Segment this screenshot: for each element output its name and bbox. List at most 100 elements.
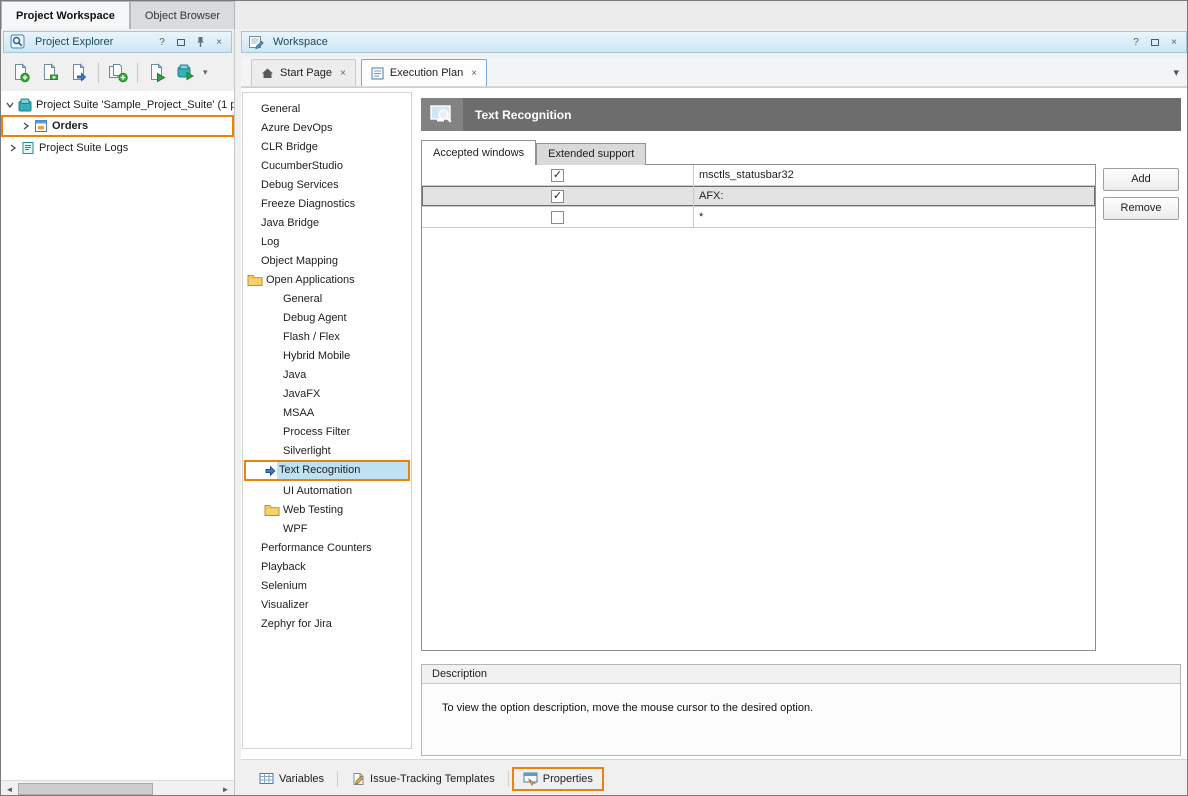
settings-item-object-mapping[interactable]: Object Mapping — [243, 251, 411, 270]
settings-item-silverlight[interactable]: Silverlight — [243, 441, 411, 460]
doc-tab-start-page[interactable]: Start Page × — [251, 59, 356, 86]
settings-item-general[interactable]: General — [243, 289, 411, 308]
settings-item-label: Silverlight — [283, 445, 331, 457]
close-tab-icon[interactable]: × — [471, 68, 477, 79]
tab-properties[interactable]: Properties — [512, 767, 604, 791]
window-mask-row[interactable]: ✓ AFX: — [422, 186, 1095, 207]
tab-extended-support-label: Extended support — [548, 148, 634, 160]
variables-icon — [259, 772, 274, 785]
add-button[interactable]: Add — [1103, 168, 1179, 191]
add-new-project-button[interactable] — [37, 60, 63, 86]
settings-item-label: CLR Bridge — [261, 141, 318, 153]
accepted-windows-table[interactable]: ✓ msctls_statusbar32 ✓ AFX:* — [421, 164, 1096, 651]
project-icon — [34, 119, 48, 133]
settings-item-log[interactable]: Log — [243, 232, 411, 251]
expand-collapse-icon[interactable] — [19, 121, 33, 131]
settings-item-label: General — [283, 293, 322, 305]
tab-extended-support[interactable]: Extended support — [536, 143, 646, 165]
home-icon — [261, 67, 274, 79]
float-window-button[interactable] — [1148, 34, 1162, 50]
horizontal-scrollbar[interactable]: ◄ ► — [1, 780, 234, 796]
scroll-left-arrow-icon[interactable]: ◄ — [1, 781, 18, 796]
settings-item-freeze-diagnostics[interactable]: Freeze Diagnostics — [243, 194, 411, 213]
scrollbar-thumb[interactable] — [18, 783, 153, 795]
settings-item-javafx[interactable]: JavaFX — [243, 384, 411, 403]
mask-text-cell[interactable]: msctls_statusbar32 — [694, 165, 1095, 185]
doc-tab-execution-plan[interactable]: Execution Plan × — [361, 59, 487, 86]
add-existing-icon — [107, 63, 129, 83]
settings-item-flash-flex[interactable]: Flash / Flex — [243, 327, 411, 346]
settings-item-debug-services[interactable]: Debug Services — [243, 175, 411, 194]
settings-item-playback[interactable]: Playback — [243, 557, 411, 576]
text-recognition-icon — [421, 98, 463, 131]
settings-item-general[interactable]: General — [243, 99, 411, 118]
workspace-panel: Workspace ? × Start Page × Execution Pla… — [241, 29, 1188, 796]
execution-plan-icon — [371, 67, 384, 80]
toolbar-dropdown-caret-icon[interactable]: ▾ — [203, 67, 208, 78]
settings-item-msaa[interactable]: MSAA — [243, 403, 411, 422]
tree-item-orders[interactable]: Orders — [1, 115, 234, 137]
tab-issue-tracking-templates[interactable]: Issue-Tracking Templates — [341, 768, 505, 790]
help-button[interactable]: ? — [1129, 34, 1143, 50]
description-text: To view the option description, move the… — [422, 684, 1180, 714]
tab-list-dropdown-icon[interactable]: ▾ — [1173, 66, 1179, 79]
expand-collapse-icon[interactable] — [6, 143, 20, 153]
settings-item-label: Java Bridge — [261, 217, 319, 229]
tab-accepted-windows[interactable]: Accepted windows — [421, 140, 536, 165]
close-panel-button[interactable]: × — [1167, 34, 1181, 50]
project-explorer-panel: Project Explorer ? × ▾ Project Suite 'Sa… — [1, 29, 235, 796]
tree-item-project-suite[interactable]: Project Suite 'Sample_Project_Suite' (1 … — [1, 95, 234, 114]
tab-object-browser[interactable]: Object Browser — [130, 1, 235, 29]
tree-item-project-suite-logs[interactable]: Project Suite Logs — [1, 138, 234, 157]
mask-checkbox[interactable]: ✓ — [551, 169, 564, 182]
project-explorer-header: Project Explorer ? × — [3, 31, 232, 53]
run-project-icon — [147, 63, 167, 83]
mask-checkbox[interactable]: ✓ — [551, 190, 564, 203]
tab-separator — [337, 771, 338, 787]
settings-item-performance-counters[interactable]: Performance Counters — [243, 538, 411, 557]
tab-project-workspace[interactable]: Project Workspace — [1, 1, 130, 29]
scroll-right-arrow-icon[interactable]: ► — [217, 781, 234, 796]
settings-item-selenium[interactable]: Selenium — [243, 576, 411, 595]
mask-text-cell[interactable]: * — [694, 207, 1095, 227]
mask-text-cell[interactable]: AFX: — [694, 186, 1095, 206]
settings-item-text-recognition[interactable]: Text Recognition — [244, 460, 410, 481]
run-project-button[interactable] — [144, 60, 170, 86]
settings-item-debug-agent[interactable]: Debug Agent — [243, 308, 411, 327]
settings-item-ui-automation[interactable]: UI Automation — [243, 481, 411, 500]
add-existing-item-button[interactable] — [105, 60, 131, 86]
expand-collapse-icon[interactable] — [3, 100, 17, 110]
settings-item-java[interactable]: Java — [243, 365, 411, 384]
settings-item-java-bridge[interactable]: Java Bridge — [243, 213, 411, 232]
add-new-project-suite-button[interactable] — [8, 60, 34, 86]
settings-item-label: WPF — [283, 523, 307, 535]
window-mask-row[interactable]: * — [422, 207, 1095, 228]
open-file-icon — [69, 63, 89, 83]
open-file-button[interactable] — [66, 60, 92, 86]
settings-item-label: UI Automation — [283, 485, 352, 497]
help-button[interactable]: ? — [155, 34, 169, 50]
float-window-button[interactable] — [174, 34, 188, 50]
settings-item-web-testing[interactable]: Web Testing — [243, 500, 411, 519]
settings-item-open-applications[interactable]: Open Applications — [243, 270, 411, 289]
settings-item-clr-bridge[interactable]: CLR Bridge — [243, 137, 411, 156]
pin-button[interactable] — [193, 34, 207, 50]
document-tab-strip: Start Page × Execution Plan × ▾ — [241, 57, 1188, 87]
window-mask-row[interactable]: ✓ msctls_statusbar32 — [422, 165, 1095, 186]
project-suite-icon — [18, 98, 32, 112]
mask-checkbox[interactable] — [551, 211, 564, 224]
close-panel-button[interactable]: × — [212, 34, 226, 50]
remove-button[interactable]: Remove — [1103, 197, 1179, 220]
settings-item-cucumberstudio[interactable]: CucumberStudio — [243, 156, 411, 175]
close-tab-icon[interactable]: × — [340, 68, 346, 79]
toolbar-separator — [137, 63, 138, 83]
settings-item-zephyr-for-jira[interactable]: Zephyr for Jira — [243, 614, 411, 633]
settings-item-wpf[interactable]: WPF — [243, 519, 411, 538]
run-project-suite-button[interactable] — [173, 60, 199, 86]
settings-item-azure-devops[interactable]: Azure DevOps — [243, 118, 411, 137]
new-project-icon — [40, 63, 60, 83]
tab-variables[interactable]: Variables — [249, 768, 334, 789]
settings-item-hybrid-mobile[interactable]: Hybrid Mobile — [243, 346, 411, 365]
settings-item-visualizer[interactable]: Visualizer — [243, 595, 411, 614]
settings-item-process-filter[interactable]: Process Filter — [243, 422, 411, 441]
